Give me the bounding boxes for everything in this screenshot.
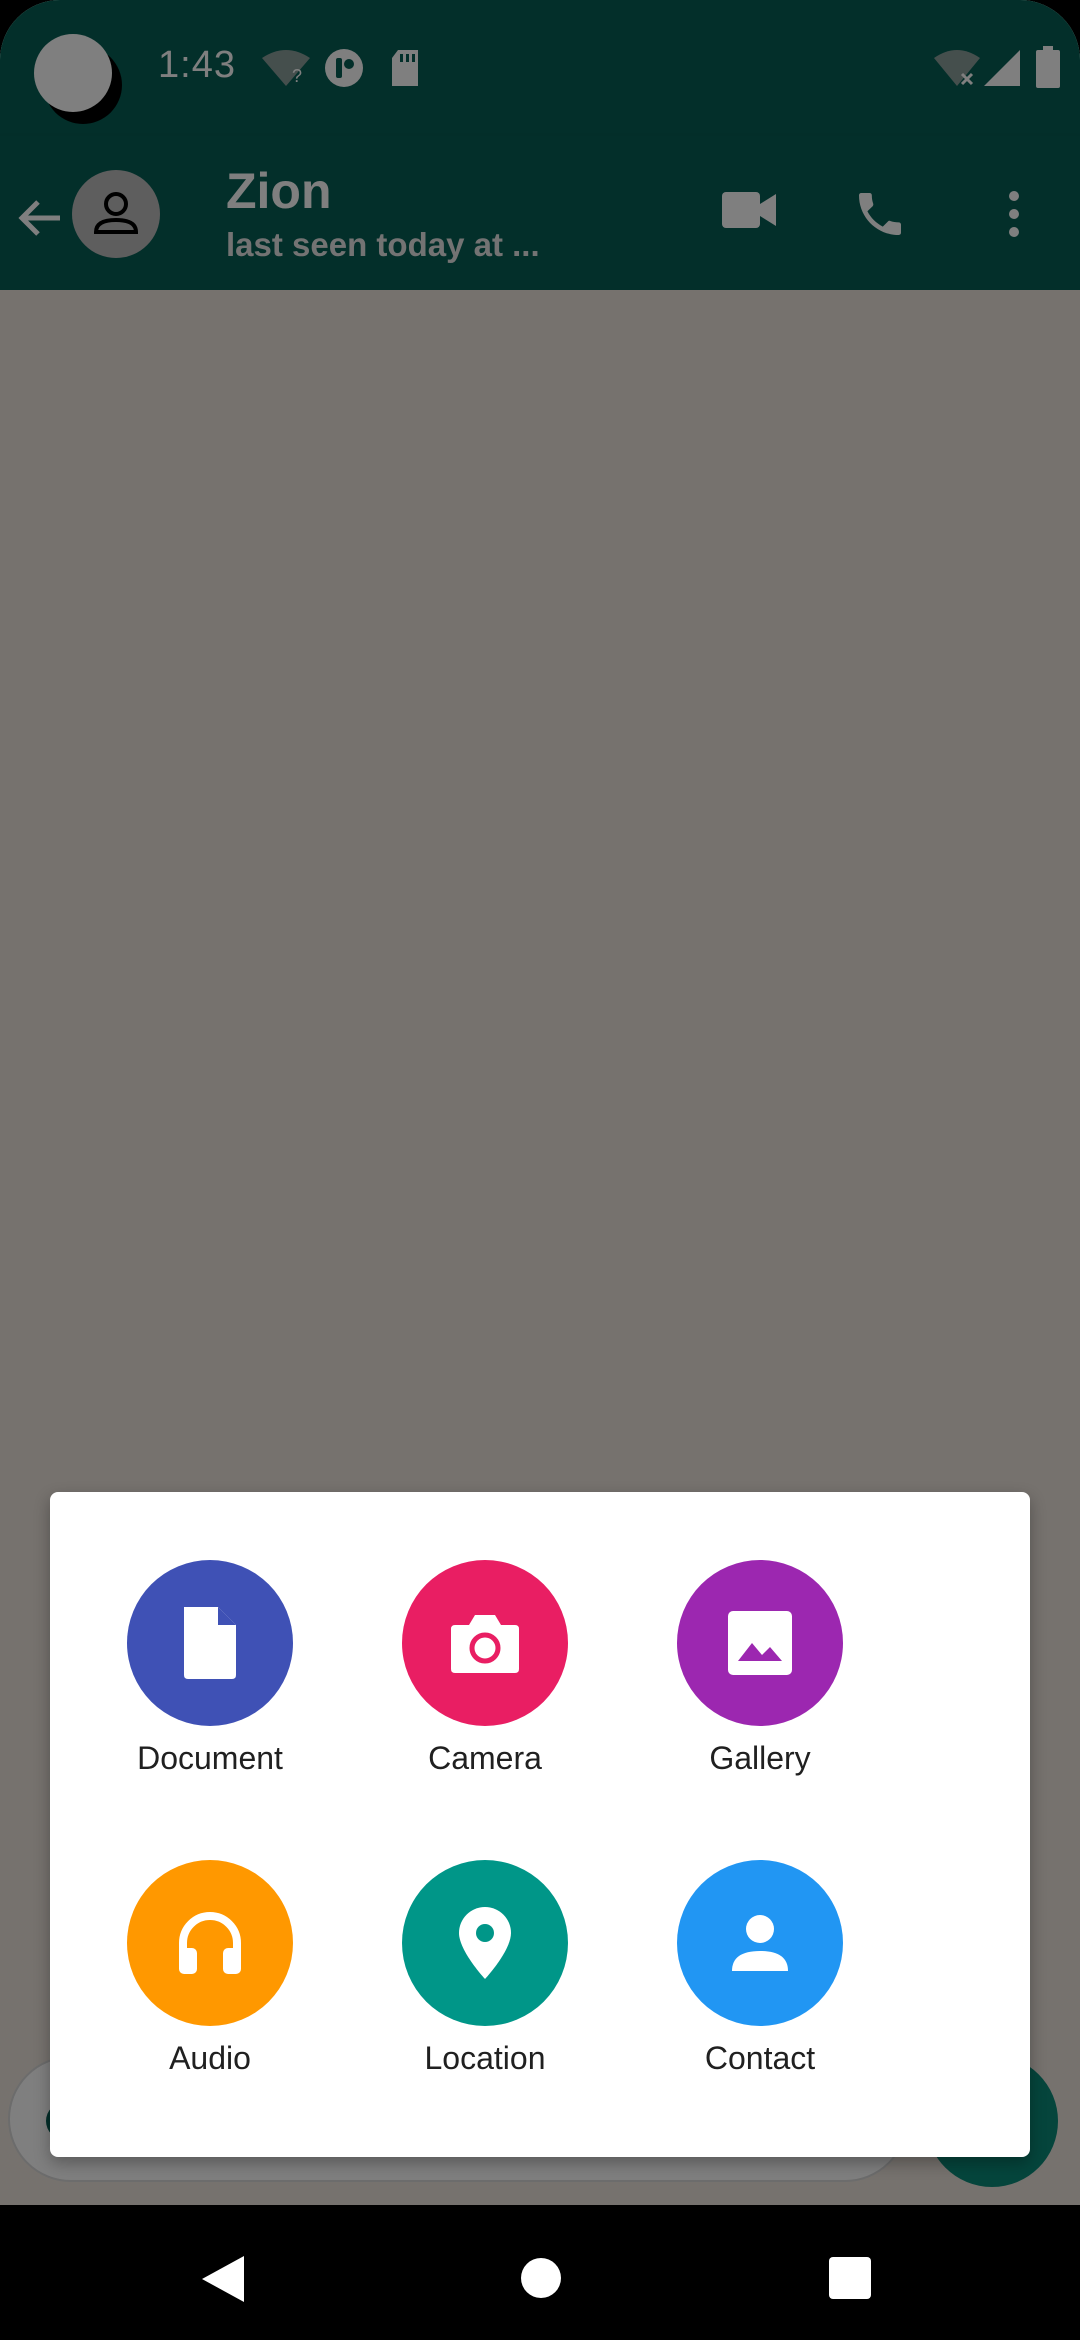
phone-screen: 1:43 ? xyxy=(0,0,1080,2340)
back-icon[interactable] xyxy=(202,2256,246,2302)
attach-contact-option[interactable]: Contact xyxy=(635,1860,885,2077)
recents-icon[interactable] xyxy=(829,2257,871,2299)
gallery-icon xyxy=(677,1560,843,1726)
attachment-menu: Document Camera Gallery Audio Location C… xyxy=(50,1492,1030,2157)
attach-document-option[interactable]: Document xyxy=(85,1560,335,1777)
person-icon xyxy=(677,1860,843,2026)
home-icon[interactable] xyxy=(520,2257,562,2299)
location-pin-icon xyxy=(402,1860,568,2026)
attach-location-option[interactable]: Location xyxy=(360,1860,610,2077)
option-label: Gallery xyxy=(709,1740,811,1776)
headphones-icon xyxy=(127,1860,293,2026)
camera-icon xyxy=(402,1560,568,1726)
attach-audio-option[interactable]: Audio xyxy=(85,1860,335,2077)
option-label: Camera xyxy=(428,1740,542,1776)
option-label: Audio xyxy=(169,2040,251,2076)
option-label: Location xyxy=(424,2040,546,2076)
system-navigation-bar xyxy=(0,2205,1080,2340)
attach-camera-option[interactable]: Camera xyxy=(360,1560,610,1777)
option-label: Document xyxy=(137,1740,283,1776)
attach-gallery-option[interactable]: Gallery xyxy=(635,1560,885,1777)
option-label: Contact xyxy=(704,2040,816,2076)
document-icon xyxy=(127,1560,293,1726)
